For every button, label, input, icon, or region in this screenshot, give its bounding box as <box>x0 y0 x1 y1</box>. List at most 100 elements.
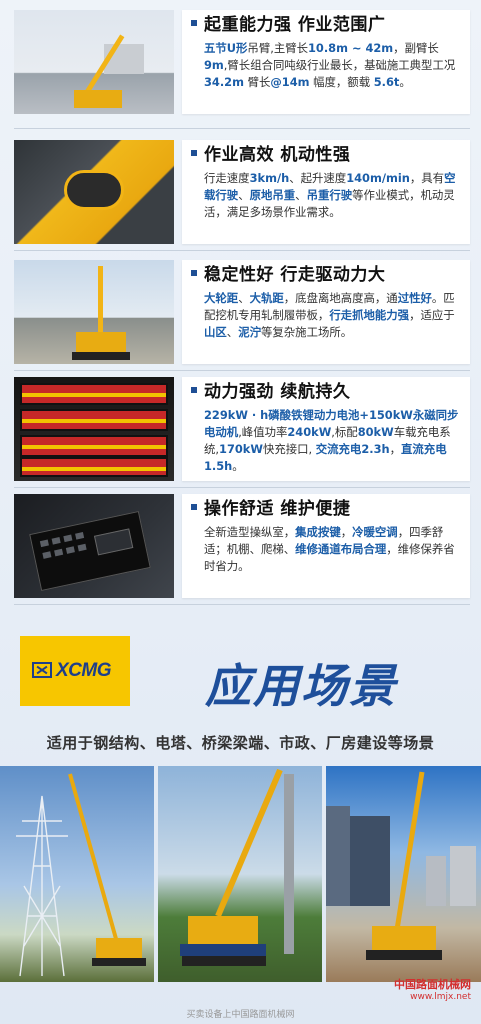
highlight-text: 吊重行驶 <box>306 188 353 202</box>
bullet-icon <box>191 150 197 156</box>
crane-photo-3 <box>14 260 174 364</box>
battery-pack-shape <box>20 457 168 477</box>
highlight-text: 泥泞 <box>238 325 261 339</box>
logo-brand-text: XCMG <box>56 660 112 681</box>
divider <box>14 604 470 605</box>
feature-card-3: 稳定性好 行走驱动力大 大轮距、大轨距，底盘离地高度高，通过性好。匹配挖机专用轧… <box>182 260 470 364</box>
desc-text: 臂长 <box>243 75 271 89</box>
section-subtitle: 适用于钢结构、电塔、桥梁梁端、市政、厂房建设等场景 <box>46 734 435 752</box>
feature-title: 动力强劲 续航持久 <box>204 382 351 402</box>
crawler-track-shape <box>72 352 130 360</box>
crane-photo-1 <box>14 10 174 114</box>
desc-text: 、 <box>238 188 250 202</box>
highlight-text: 大轮距 <box>204 291 239 305</box>
highlight-text: 170kW <box>219 442 263 456</box>
feature-block-4: 动力强劲 续航持久 229kW · h磷酸铁锂动力电池+150kW永磁同步电动机… <box>14 377 470 481</box>
highlight-text: 9m <box>204 58 224 72</box>
desc-text: 全新造型操纵室， <box>204 525 296 539</box>
feature-desc: 全新造型操纵室，集成按键，冷暖空调，四季舒适；机棚、爬梯、维修通道布局合理，维修… <box>204 524 462 575</box>
crane-boom-shape <box>98 266 103 336</box>
winch-photo <box>14 140 174 244</box>
footer-note: 买卖设备上中国路面机械网 <box>186 1010 295 1020</box>
divider <box>14 250 470 251</box>
feature-title: 起重能力强 作业范围广 <box>204 15 386 35</box>
feature-block-1: 起重能力强 作业范围广 五节U形吊臂,主臂长10.8m ~ 42m，副臂长 9m,… <box>14 10 470 114</box>
highlight-text: 原地吊重 <box>249 188 296 202</box>
feature-title: 作业高效 机动性强 <box>204 145 351 165</box>
highlight-text: 行走抓地能力强 <box>329 308 410 322</box>
desc-text: ， <box>340 525 353 539</box>
feature-title: 操作舒适 维护便捷 <box>204 499 351 519</box>
feature-desc: 229kW · h磷酸铁锂动力电池+150kW永磁同步电动机,峰值功率240kW… <box>204 407 462 475</box>
battery-pack-shape <box>20 383 168 405</box>
desc-text: ,标配 <box>331 425 358 439</box>
desc-text: ，副臂长 <box>393 41 439 55</box>
application-photo-tower <box>0 766 154 982</box>
transmission-tower-icon <box>16 773 146 977</box>
keypad-shape <box>29 510 151 592</box>
feature-block-3: 稳定性好 行走驱动力大 大轮距、大轨距，底盘离地高度高，通过性好。匹配挖机专用轧… <box>14 260 470 364</box>
divider <box>14 370 470 371</box>
xcmg-logo: XCMG <box>20 636 130 706</box>
application-photo-pile <box>158 766 322 982</box>
divider <box>14 128 470 129</box>
desc-text: 吊臂,主臂长 <box>247 41 308 55</box>
winch-drum-shape <box>64 170 124 210</box>
watermark-line1: 中国路面机械网 <box>394 978 471 991</box>
feature-card-2: 作业高效 机动性强 行走速度3km/h、起升速度140m/min，具有空载行驶、… <box>182 140 470 244</box>
desc-text: 等复杂施工场所。 <box>261 325 353 339</box>
feature-card-1: 起重能力强 作业范围广 五节U形吊臂,主臂长10.8m ~ 42m，副臂长 9m,… <box>182 10 470 114</box>
highlight-text: @14m <box>270 75 310 89</box>
desc-text: ，适应于 <box>409 308 455 322</box>
desc-text: ， <box>389 442 402 456</box>
watermark-line2: www.lmjx.net <box>410 992 471 1002</box>
feature-block-2: 作业高效 机动性强 行走速度3km/h、起升速度140m/min，具有空载行驶、… <box>14 140 470 244</box>
highlight-text: 3km/h <box>249 171 290 185</box>
bullet-icon <box>191 504 197 510</box>
feature-desc: 大轮距、大轨距，底盘离地高度高，通过性好。匹配挖机专用轧制履带板，行走抓地能力强… <box>204 290 462 341</box>
desc-text: 、 <box>295 188 307 202</box>
battery-pack-shape <box>20 409 168 431</box>
battery-pack-shape <box>20 435 168 457</box>
desc-text: 。 <box>399 75 411 89</box>
bullet-icon <box>191 270 197 276</box>
control-panel-photo <box>14 494 174 598</box>
highlight-text: 交流充电2.3h <box>315 442 390 456</box>
desc-text: 快充接口, <box>262 442 316 456</box>
highlight-text: 山区 <box>204 325 227 339</box>
desc-text: ，具有 <box>409 171 445 185</box>
highlight-text: 34.2m <box>204 75 244 89</box>
desc-text: 幅度，额载 <box>309 75 374 89</box>
desc-text: 。 <box>232 459 244 473</box>
feature-desc: 行走速度3km/h、起升速度140m/min，具有空载行驶、原地吊重、吊重行驶等… <box>204 170 462 221</box>
feature-card-5: 操作舒适 维护便捷 全新造型操纵室，集成按键，冷暖空调，四季舒适；机棚、爬梯、维… <box>182 494 470 598</box>
desc-text: 、 <box>226 325 239 339</box>
crane-body-shape <box>74 90 122 108</box>
highlight-text: 大轨距 <box>249 291 284 305</box>
desc-text: 行走速度 <box>204 171 250 185</box>
watermark: 中国路面机械网 www.lmjx.net <box>394 976 471 1002</box>
highlight-text: 5.6t <box>373 75 400 89</box>
battery-photo <box>14 377 174 481</box>
highlight-text: 维修通道布局合理 <box>295 542 387 556</box>
highlight-text: 140m/min <box>346 171 410 185</box>
application-photo-city <box>326 766 481 982</box>
crane-body-shape <box>76 332 126 354</box>
desc-text: ,臂长组合同吨级行业最长，基础施工典型工况 <box>223 58 456 72</box>
section-title: 应用场景 <box>205 659 397 713</box>
highlight-text: 过性好 <box>397 291 432 305</box>
feature-card-4: 动力强劲 续航持久 229kW · h磷酸铁锂动力电池+150kW永磁同步电动机… <box>182 377 470 481</box>
highlight-text: 五节U形 <box>204 41 248 55</box>
feature-title: 稳定性好 行走驱动力大 <box>204 265 386 285</box>
pile-crane-icon <box>180 768 294 966</box>
feature-desc: 五节U形吊臂,主臂长10.8m ~ 42m，副臂长 9m,臂长组合同吨级行业最长，… <box>204 40 462 91</box>
desc-text: ,峰值功率 <box>238 425 288 439</box>
desc-text: ，底盘离地高度高，通 <box>283 291 398 305</box>
bullet-icon <box>191 387 197 393</box>
desc-text: 、起升速度 <box>289 171 347 185</box>
bullet-icon <box>191 20 197 26</box>
feature-block-5: 操作舒适 维护便捷 全新造型操纵室，集成按键，冷暖空调，四季舒适；机棚、爬梯、维… <box>14 494 470 598</box>
highlight-text: 80kW <box>357 425 394 439</box>
desc-text: 、 <box>238 291 250 305</box>
highlight-text: 10.8m ~ 42m <box>308 41 394 55</box>
